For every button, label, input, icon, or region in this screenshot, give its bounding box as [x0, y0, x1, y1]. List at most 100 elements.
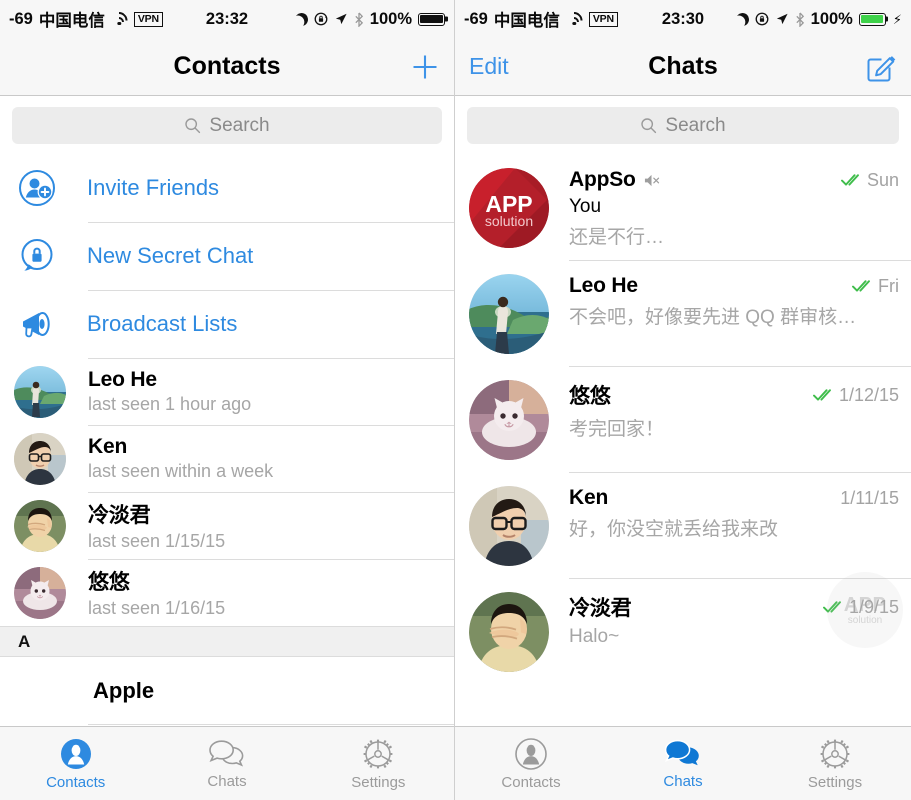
tab-label: Contacts	[46, 773, 106, 791]
add-contact-button[interactable]	[410, 52, 440, 82]
action-row-invite-friends[interactable]: Invite Friends	[0, 154, 454, 222]
action-label: Broadcast Lists	[87, 311, 238, 336]
battery-percent-label: 100%	[369, 9, 412, 28]
svg-text:solution: solution	[485, 213, 533, 229]
nav-bar-right: Edit Chats	[455, 38, 911, 96]
action-label: Invite Friends	[87, 175, 220, 200]
chat-row-ken[interactable]: Ken 1/11/15 好，你没空就丢给我来改	[455, 472, 911, 578]
contact-row-leo-he[interactable]: Leo He last seen 1 hour ago	[0, 358, 454, 425]
wifi-icon	[562, 7, 587, 33]
chat-name: 冷淡君	[569, 597, 632, 620]
compose-chat-button[interactable]	[865, 51, 897, 83]
search-input[interactable]: Search	[12, 107, 442, 144]
chat-name: Ken	[569, 486, 609, 509]
tab-settings[interactable]: Settings	[759, 727, 911, 800]
tab-chats[interactable]: Chats	[151, 727, 302, 800]
chat-bubbles-icon	[209, 739, 244, 766]
double-check-read-icon	[852, 280, 870, 292]
search-placeholder: Search	[665, 114, 726, 136]
tab-chats[interactable]: Chats	[607, 727, 759, 800]
chat-timestamp: 1/12/15	[838, 384, 899, 405]
contact-last-seen: last seen 1 hour ago	[88, 394, 252, 414]
battery-percent-label: 100%	[810, 9, 853, 28]
contact-name: Apple	[93, 678, 155, 703]
nav-bar-left: Contacts	[0, 38, 454, 96]
tab-label: Contacts	[501, 773, 561, 791]
contact-row-youyou[interactable]: 悠悠 last seen 1/16/15	[0, 559, 454, 626]
tab-label: Chats	[207, 772, 247, 790]
contact-name: Leo He	[88, 368, 157, 391]
person-add-icon	[14, 168, 60, 208]
search-area-left: Search	[0, 96, 454, 154]
chats-screen: -69 中国电信 VPN 23:30 100% ⚡ Edit Chats Sea…	[455, 0, 911, 800]
tab-contacts[interactable]: Contacts	[455, 727, 607, 800]
compose-icon	[867, 55, 896, 81]
chat-snippet: 还是不行…	[569, 227, 665, 248]
contact-name: Ken	[88, 435, 128, 458]
carrier-name: 中国电信	[38, 12, 105, 30]
battery-full-icon	[418, 12, 445, 26]
chat-row-lengdanjun[interactable]: 冷淡君 1/9/15 Halo~	[455, 578, 911, 684]
gear-icon	[363, 739, 393, 768]
edit-button[interactable]: Edit	[469, 53, 509, 80]
contact-row-apple[interactable]: Apple	[0, 657, 454, 725]
chat-timestamp: 1/11/15	[840, 487, 899, 508]
megaphone-icon	[14, 304, 60, 344]
avatar-lengdanjun	[469, 592, 549, 672]
signal-strength-value: -69	[464, 9, 488, 28]
search-placeholder: Search	[209, 114, 270, 136]
search-input[interactable]: Search	[467, 107, 899, 144]
contact-last-seen: last seen 1/15/15	[88, 531, 226, 551]
double-check-read-icon	[823, 601, 841, 613]
action-row-new-secret-chat[interactable]: New Secret Chat	[0, 222, 454, 290]
chat-row-appso[interactable]: APP solution AppSo Sun You 还是不行…	[455, 154, 911, 260]
contacts-screen: -69 中国电信 VPN 23:32 100% Contacts Search …	[0, 0, 455, 800]
person-icon	[60, 738, 91, 769]
dual-screenshot-comparison: -69 中国电信 VPN 23:32 100% Contacts Search …	[0, 0, 911, 800]
section-header-a: A	[0, 626, 454, 657]
chat-snippet: 不会吧，好像要先进 QQ 群审核…	[569, 307, 857, 328]
avatar-leo-beach	[469, 274, 549, 354]
contact-name: 悠悠	[88, 571, 130, 594]
contacts-list[interactable]: Invite Friends New Secret Chat Broadcast…	[0, 154, 454, 726]
tab-settings[interactable]: Settings	[303, 727, 454, 800]
avatar-appso-logo: APP solution	[469, 168, 549, 248]
page-title: Chats	[648, 52, 718, 80]
action-row-broadcast-lists[interactable]: Broadcast Lists	[0, 290, 454, 358]
chat-sender: You	[569, 196, 602, 217]
action-label: New Secret Chat	[87, 243, 254, 268]
person-icon	[515, 737, 547, 770]
chat-row-youyou[interactable]: 悠悠 1/12/15 考完回家！	[455, 366, 911, 472]
chat-name: Leo He	[569, 274, 638, 297]
do-not-disturb-moon-icon	[293, 11, 309, 27]
contact-row-lengdanjun[interactable]: 冷淡君 last seen 1/15/15	[0, 492, 454, 559]
contact-last-seen: last seen 1/16/15	[88, 598, 226, 618]
signal-strength-value: -69	[9, 9, 33, 28]
chats-list[interactable]: APP solution AppSo Sun You 还是不行… Leo He …	[455, 154, 911, 726]
page-title: Contacts	[173, 52, 281, 80]
bluetooth-icon	[355, 11, 363, 27]
avatar-youyou-cat	[469, 380, 549, 460]
chat-row-leo-he[interactable]: Leo He Fri 不会吧，好像要先进 QQ 群审核…	[455, 260, 911, 366]
battery-charging-icon	[858, 12, 886, 26]
avatar-ken-glasses	[469, 486, 549, 566]
mute-speaker-icon	[644, 174, 659, 186]
carrier-name: 中国电信	[493, 12, 560, 30]
vpn-badge: VPN	[133, 11, 163, 27]
contact-name: 冷淡君	[88, 504, 151, 527]
tab-bar-left: Contacts Chats Settings	[0, 726, 454, 800]
tab-label: Settings	[807, 773, 863, 791]
location-arrow-icon	[776, 13, 788, 25]
search-area-right: Search	[455, 96, 911, 154]
tab-label: Chats	[663, 772, 703, 790]
tab-label: Settings	[351, 773, 406, 791]
avatar-leo-beach	[14, 365, 66, 418]
vpn-badge: VPN	[588, 11, 618, 27]
chat-bubbles-icon	[664, 739, 699, 765]
contact-row-ken[interactable]: Ken last seen within a week	[0, 425, 454, 492]
chat-snippet: Halo~	[569, 626, 620, 647]
chat-name: AppSo	[569, 168, 636, 191]
chat-name: 悠悠	[569, 385, 611, 408]
tab-contacts[interactable]: Contacts	[0, 727, 151, 800]
wifi-icon	[107, 7, 132, 33]
